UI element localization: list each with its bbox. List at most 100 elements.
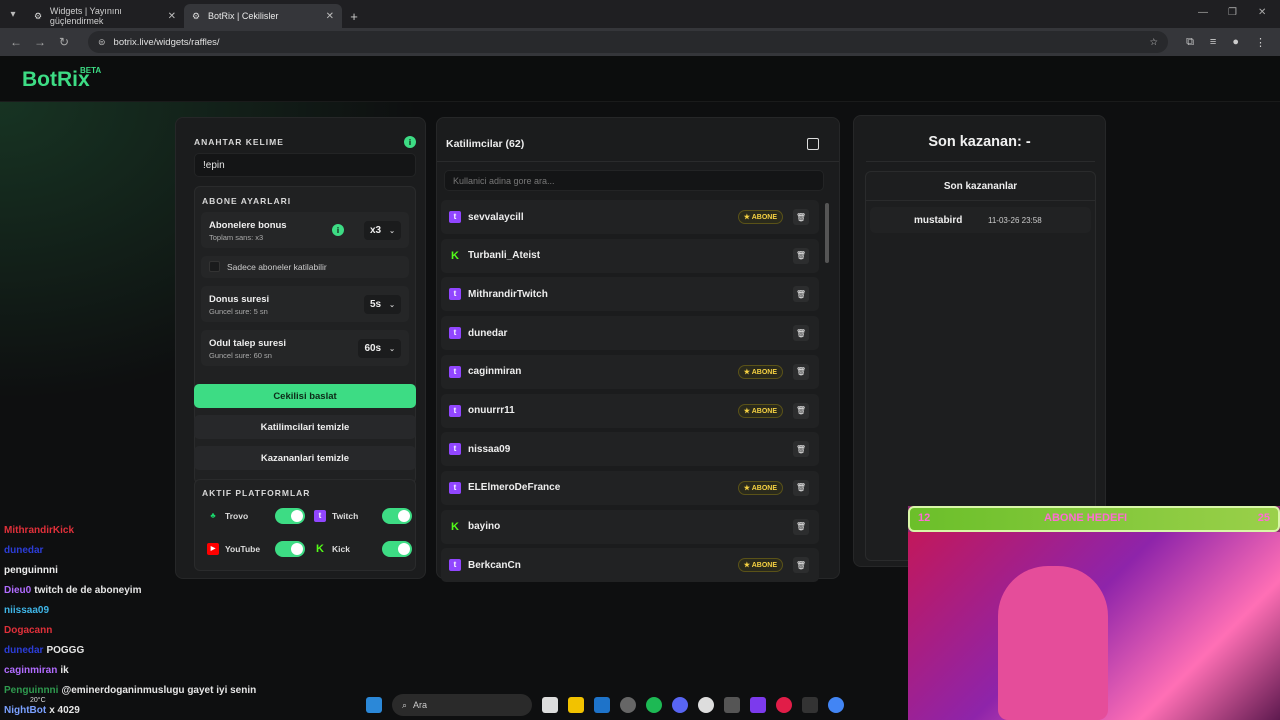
botrix-logo[interactable]: BotRix BETA [22, 66, 101, 92]
duration-label: Donus suresi [209, 294, 270, 305]
sub-bonus-select[interactable]: x3 ⌄ [364, 221, 401, 240]
delete-icon[interactable]: 🗑 [793, 402, 809, 419]
participant-name: BerkcanCn [468, 559, 521, 571]
start-raffle-button[interactable]: Cekilisi baslat [194, 384, 416, 408]
stream-chat-overlay: MithrandirKick dunedar penguinnni Dieu0 t… [0, 520, 330, 720]
chat-user: penguinnni [4, 564, 58, 576]
clear-winners-button[interactable]: Kazananlari temizle [194, 446, 416, 470]
new-tab-button[interactable]: + [342, 4, 366, 28]
sub-bonus-sub: Toplam sans: x3 [209, 233, 264, 242]
participant-name: ELElmeroDeFrance [468, 482, 561, 494]
participant-search-input[interactable]: Kullanici adina gore ara... [444, 170, 824, 191]
delete-icon[interactable]: 🗑 [793, 286, 809, 303]
divider [866, 200, 1095, 201]
minimize-icon[interactable]: — [1198, 7, 1208, 18]
media-icon[interactable]: ≡ [1210, 36, 1216, 49]
subscriber-badge: ★ ABONE [737, 480, 783, 495]
tab-title: BotRix | Cekilisler [208, 11, 279, 21]
participants-panel: Katilimcilar (62) Kullanici adina gore a… [436, 117, 840, 583]
settings-icon[interactable] [698, 697, 714, 713]
delete-icon[interactable]: 🗑 [793, 363, 809, 380]
delete-icon[interactable]: 🗑 [793, 325, 809, 342]
winners-list-box: Son kazananlar mustabird 11-03-26 23:58 [865, 171, 1096, 561]
outlook-icon[interactable] [594, 697, 610, 713]
spotify-icon[interactable] [646, 697, 662, 713]
winners-list-title: Son kazananlar [943, 181, 1018, 192]
select-value: x3 [370, 225, 382, 236]
kick-toggle[interactable] [382, 541, 412, 557]
claim-label: Odul talep suresi [209, 338, 287, 349]
app-icon[interactable] [802, 697, 818, 713]
chat-user: caginmiran [4, 664, 58, 676]
winner-row: mustabird 11-03-26 23:58 [870, 207, 1091, 233]
badge-label: ABONE [751, 368, 777, 376]
twitch-icon: t [449, 481, 461, 494]
claim-select[interactable]: 60s ⌄ [358, 339, 401, 358]
maximize-icon[interactable]: ❐ [1228, 7, 1237, 18]
participant-row: K Turbanli_Ateist 🗑 [441, 238, 819, 273]
sub-only-checkbox-row[interactable]: Sadece aboneler katilabilir [201, 256, 409, 278]
delete-icon[interactable]: 🗑 [793, 209, 809, 225]
site-info-icon[interactable]: ⊜ [98, 37, 106, 48]
badge-label: ABONE [751, 407, 777, 415]
app-icon[interactable] [724, 697, 740, 713]
info-icon[interactable]: i [332, 224, 344, 236]
extensions-icon[interactable]: ⧉ [1186, 36, 1194, 49]
webcam-overlay: 12 ABONE HEDEFI 25 [908, 506, 1280, 720]
tab-botrix[interactable]: ⚙ BotRix | Cekilisler ✕ [184, 4, 342, 28]
sub-bonus-item: Abonelere bonus Toplam sans: x3 i x3 ⌄ [201, 212, 409, 248]
scrollbar[interactable] [825, 203, 829, 263]
sub-only-checkbox[interactable] [209, 261, 220, 272]
sub-goal-bar: 12 ABONE HEDEFI 25 [908, 506, 1280, 532]
file-explorer-icon[interactable] [568, 697, 584, 713]
back-icon[interactable]: ← [4, 35, 28, 49]
star-icon: ★ [743, 407, 752, 415]
discord-icon[interactable] [672, 697, 688, 713]
participant-row: t onuurrr11 ★ ABONE 🗑 [441, 393, 819, 428]
clear-participants-button[interactable]: Katilimcilari temizle [194, 415, 416, 439]
taskbar-search[interactable]: ⌕ Ara [392, 694, 532, 716]
obs-icon[interactable] [620, 697, 636, 713]
participant-name: nissaa09 [468, 443, 511, 455]
bookmark-star-icon[interactable]: ☆ [1149, 37, 1158, 48]
delete-icon[interactable]: 🗑 [793, 479, 809, 496]
goal-target: 25 [1257, 512, 1270, 524]
chevron-down-icon: ⌄ [389, 227, 395, 235]
keyword-input[interactable]: !epin [194, 153, 416, 177]
copy-icon[interactable] [807, 138, 819, 150]
info-icon[interactable]: i [404, 136, 416, 148]
menu-icon[interactable]: ⋮ [1255, 36, 1266, 49]
close-icon[interactable]: ✕ [326, 11, 334, 22]
profile-icon[interactable]: ● [1232, 36, 1239, 49]
app-icon[interactable] [750, 697, 766, 713]
sub-settings-title: ABONE AYARLARI [202, 196, 292, 206]
last-winner: Son kazanan: - [928, 134, 1031, 150]
windows-start-icon[interactable] [366, 697, 382, 713]
twitch-icon: t [449, 288, 461, 301]
subscriber-badge: ★ ABONE [737, 364, 783, 379]
duration-sub: Guncel sure: 5 sn [209, 307, 268, 316]
delete-icon[interactable]: 🗑 [793, 441, 809, 458]
forward-icon[interactable]: → [28, 35, 52, 49]
tab-widgets[interactable]: ⚙ Widgets | Yayınını güçlendirmek ✕ [26, 4, 184, 28]
delete-icon[interactable]: 🗑 [793, 247, 809, 264]
delete-icon[interactable]: 🗑 [793, 518, 809, 535]
close-icon[interactable]: ✕ [168, 11, 176, 22]
subscriber-settings: ABONE AYARLARI Abonelere bonus Toplam sa… [194, 186, 416, 484]
reload-icon[interactable]: ↻ [52, 35, 76, 49]
twitch-toggle[interactable] [382, 508, 412, 524]
claim-item: Odul talep suresi Guncel sure: 60 sn 60s… [201, 330, 409, 366]
tab-search-icon[interactable]: ▾ [0, 0, 26, 28]
url-field[interactable]: ⊜ botrix.live/widgets/raffles/ ☆ [88, 31, 1168, 53]
opera-icon[interactable] [776, 697, 792, 713]
task-view-icon[interactable] [542, 697, 558, 713]
chrome-icon[interactable] [828, 697, 844, 713]
duration-select[interactable]: 5s ⌄ [364, 295, 401, 314]
divider [866, 161, 1095, 162]
delete-icon[interactable]: 🗑 [793, 557, 809, 574]
participants-title: Katilimcilar (62) [446, 138, 525, 150]
keyword-title: ANAHTAR KELIME [194, 137, 284, 147]
star-icon: ★ [743, 484, 752, 492]
chat-message: ik [60, 664, 69, 676]
close-window-icon[interactable]: ✕ [1258, 7, 1266, 18]
